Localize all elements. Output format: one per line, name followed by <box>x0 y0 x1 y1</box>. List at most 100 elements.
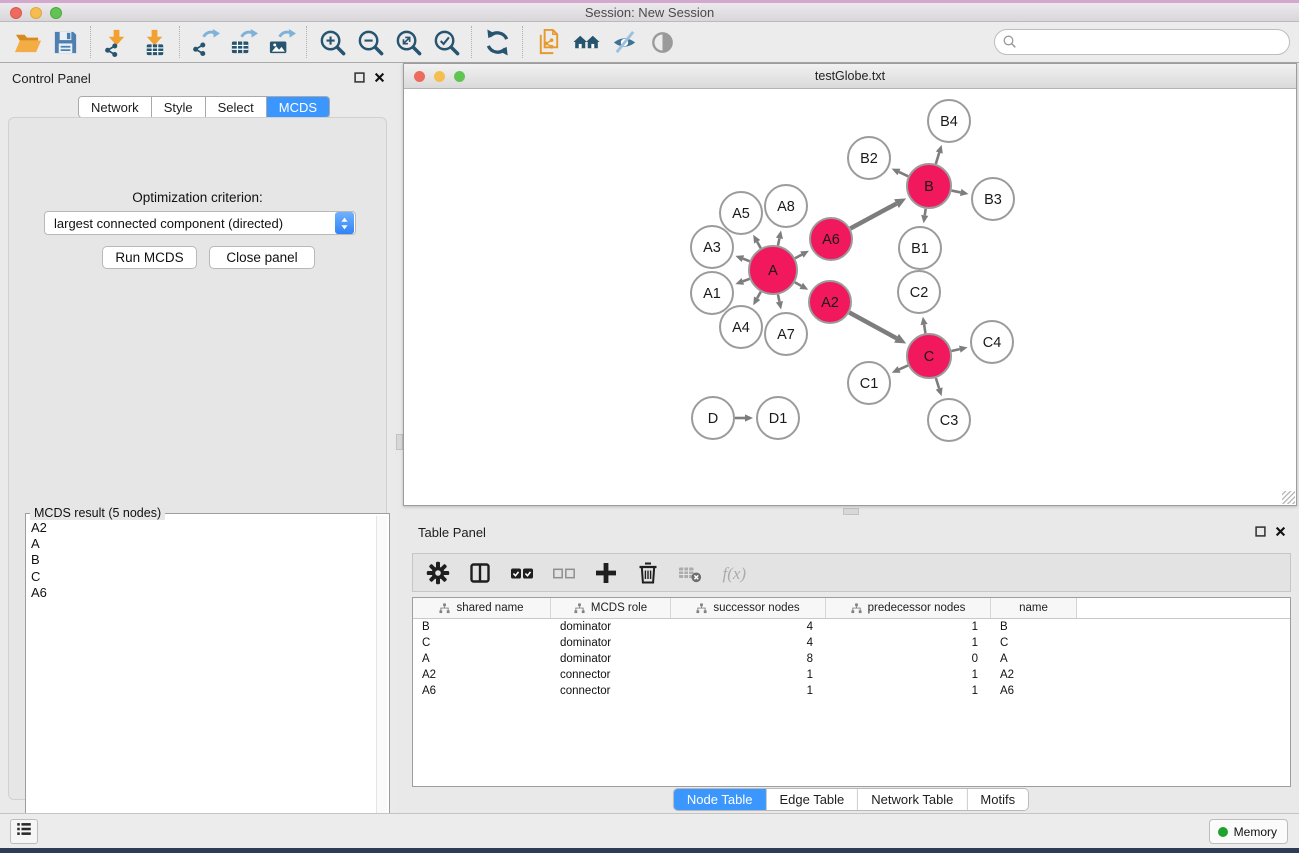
memory-button[interactable]: Memory <box>1209 819 1288 844</box>
table-row[interactable]: A6connector11A6 <box>413 683 1290 699</box>
close-panel-icon[interactable] <box>374 72 385 83</box>
optimization-criterion-select[interactable]: largest connected component (directed) <box>44 211 356 235</box>
refresh-layout-button[interactable] <box>478 25 516 59</box>
close-window-button[interactable] <box>10 7 22 19</box>
home-layout-button[interactable] <box>567 25 605 59</box>
edge-C-C2[interactable] <box>924 325 925 334</box>
network-window-titlebar[interactable]: testGlobe.txt <box>404 64 1296 89</box>
cell-predecessor-nodes[interactable]: 1 <box>826 667 991 683</box>
cell-name[interactable]: A6 <box>991 683 1077 699</box>
table-row[interactable]: Bdominator41B <box>413 619 1290 635</box>
edge-A-A4[interactable] <box>757 292 761 298</box>
tab-network[interactable]: Network <box>79 97 152 117</box>
save-session-button[interactable] <box>46 25 84 59</box>
cell-successor-nodes[interactable]: 1 <box>671 683 826 699</box>
delete-row-button[interactable] <box>634 559 661 586</box>
cell-name[interactable]: A <box>991 651 1077 667</box>
deselect-all-rows-button[interactable] <box>550 559 577 586</box>
close-frame-button[interactable] <box>414 71 425 82</box>
export-network-button[interactable] <box>186 25 224 59</box>
result-list-item[interactable]: B <box>28 552 375 568</box>
cell-mcds-role[interactable]: dominator <box>551 651 671 667</box>
cell-mcds-role[interactable]: dominator <box>551 635 671 651</box>
edge-A-A5[interactable] <box>757 242 761 248</box>
export-image-button[interactable] <box>262 25 300 59</box>
vertical-splitter-handle[interactable] <box>396 434 403 450</box>
cell-shared-name[interactable]: B <box>413 619 551 635</box>
tab-motifs[interactable]: Motifs <box>967 789 1028 810</box>
edge-A-A2[interactable] <box>795 282 801 286</box>
network-canvas[interactable]: B4B2BB3A5A8A6B1A3AA1C2A2A4A7C4CC1C3DD1 <box>405 89 1296 505</box>
tab-mcds[interactable]: MCDS <box>267 97 329 117</box>
open-file-button[interactable] <box>8 25 46 59</box>
zoom-selected-button[interactable] <box>427 25 465 59</box>
copy-network-button[interactable] <box>529 25 567 59</box>
cell-shared-name[interactable]: A6 <box>413 683 551 699</box>
edge-A6-B[interactable] <box>850 204 896 229</box>
edge-C-C4[interactable] <box>951 349 959 351</box>
cell-mcds-role[interactable]: connector <box>551 683 671 699</box>
tab-select[interactable]: Select <box>206 97 267 117</box>
settings-gear-button[interactable] <box>424 559 451 586</box>
result-list-item[interactable]: C <box>28 569 375 585</box>
edge-B-B2[interactable] <box>899 172 908 176</box>
zoom-in-button[interactable] <box>313 25 351 59</box>
column-header-successor-nodes[interactable]: successor nodes <box>671 598 826 618</box>
column-header-mcds-role[interactable]: MCDS role <box>551 598 671 618</box>
search-input[interactable] <box>994 29 1290 55</box>
tab-edge-table[interactable]: Edge Table <box>766 789 858 810</box>
maximize-frame-button[interactable] <box>454 71 465 82</box>
close-panel-icon[interactable] <box>1275 526 1286 537</box>
column-header-predecessor-nodes[interactable]: predecessor nodes <box>826 598 991 618</box>
network-graph[interactable]: B4B2BB3A5A8A6B1A3AA1C2A2A4A7C4CC1C3DD1 <box>405 89 1296 505</box>
zoom-out-button[interactable] <box>351 25 389 59</box>
result-list-item[interactable]: A2 <box>28 520 375 536</box>
resize-grip[interactable] <box>1282 491 1295 504</box>
edge-A-A6[interactable] <box>795 255 802 259</box>
cell-mcds-role[interactable]: dominator <box>551 619 671 635</box>
cell-predecessor-nodes[interactable]: 1 <box>826 635 991 651</box>
cell-predecessor-nodes[interactable]: 0 <box>826 651 991 667</box>
tab-node-table[interactable]: Node Table <box>674 789 767 810</box>
cell-mcds-role[interactable]: connector <box>551 667 671 683</box>
hide-graphics-details-button[interactable] <box>605 25 643 59</box>
table-row[interactable]: Adominator80A <box>413 651 1290 667</box>
table-row[interactable]: Cdominator41C <box>413 635 1290 651</box>
result-list-item[interactable]: A <box>28 536 375 552</box>
float-panel-icon[interactable] <box>354 72 365 83</box>
cell-successor-nodes[interactable]: 1 <box>671 667 826 683</box>
cell-predecessor-nodes[interactable]: 1 <box>826 683 991 699</box>
maximize-window-button[interactable] <box>50 7 62 19</box>
cell-name[interactable]: A2 <box>991 667 1077 683</box>
float-panel-icon[interactable] <box>1255 526 1266 537</box>
import-table-button[interactable] <box>135 25 173 59</box>
edge-A-A3[interactable] <box>743 259 750 262</box>
edge-B-B4[interactable] <box>936 153 940 164</box>
edge-A-A7[interactable] <box>778 294 779 301</box>
edge-C-C1[interactable] <box>899 365 908 369</box>
export-table-button[interactable] <box>224 25 262 59</box>
run-mcds-button[interactable]: Run MCDS <box>102 246 197 269</box>
edge-B-B3[interactable] <box>952 191 961 193</box>
edge-A-A1[interactable] <box>743 279 750 282</box>
edge-B-B1[interactable] <box>925 209 926 216</box>
minimize-frame-button[interactable] <box>434 71 445 82</box>
minimize-window-button[interactable] <box>30 7 42 19</box>
cell-successor-nodes[interactable]: 4 <box>671 635 826 651</box>
column-visibility-button[interactable] <box>466 559 493 586</box>
cell-successor-nodes[interactable]: 4 <box>671 619 826 635</box>
result-scrollbar[interactable] <box>376 516 387 844</box>
tab-network-table[interactable]: Network Table <box>858 789 967 810</box>
column-header-shared-name[interactable]: shared name <box>413 598 551 618</box>
cell-successor-nodes[interactable]: 8 <box>671 651 826 667</box>
cell-shared-name[interactable]: C <box>413 635 551 651</box>
edge-A2-C[interactable] <box>849 313 896 339</box>
edge-C-C3[interactable] <box>936 378 939 389</box>
result-list-item[interactable]: A6 <box>28 585 375 601</box>
cell-predecessor-nodes[interactable]: 1 <box>826 619 991 635</box>
cell-name[interactable]: B <box>991 619 1077 635</box>
show-graphics-details-button[interactable] <box>643 25 681 59</box>
horizontal-splitter-handle[interactable] <box>843 508 859 515</box>
table-row[interactable]: A2connector11A2 <box>413 667 1290 683</box>
cell-shared-name[interactable]: A <box>413 651 551 667</box>
